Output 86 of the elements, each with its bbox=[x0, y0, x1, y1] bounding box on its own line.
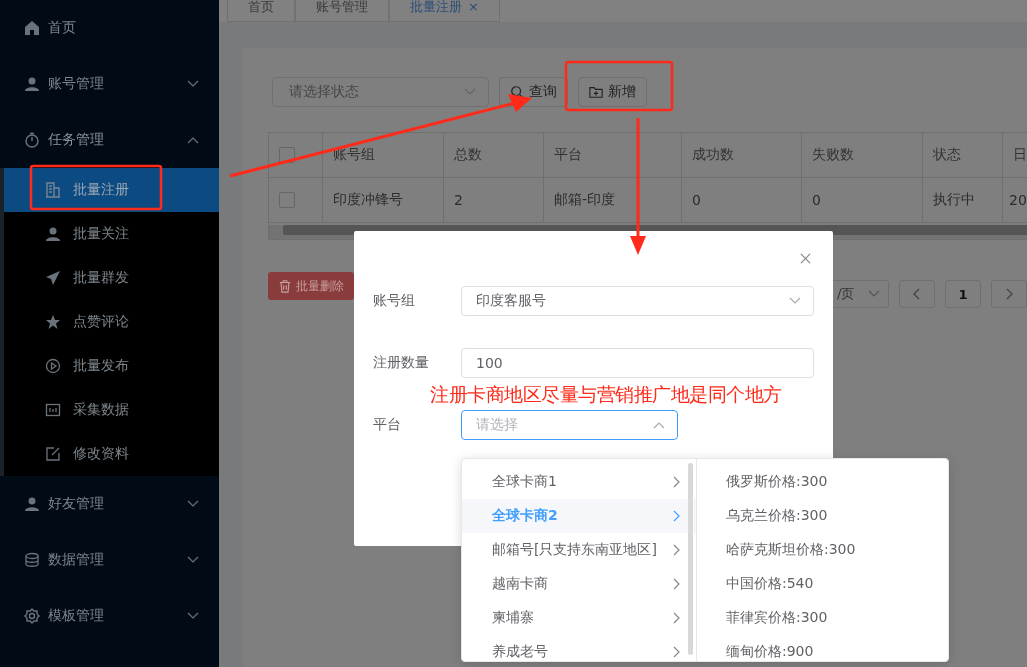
cascader-option[interactable]: 缅甸价格:900 bbox=[697, 635, 870, 661]
submenu-item[interactable]: 采集数据 bbox=[4, 388, 219, 432]
table-cell: 印度冲锋号 bbox=[323, 178, 444, 222]
table-cell: 2 bbox=[444, 178, 544, 222]
chevron-right-icon bbox=[672, 510, 680, 522]
chevron-left-icon bbox=[913, 288, 921, 300]
user-icon bbox=[24, 76, 40, 92]
field-label: 平台 bbox=[373, 416, 402, 434]
page-button[interactable]: 1 bbox=[945, 280, 981, 308]
scrollbar[interactable] bbox=[688, 463, 693, 655]
chevron-right-icon bbox=[672, 646, 680, 658]
select-field[interactable]: 印度客服号 bbox=[461, 286, 814, 316]
trash-icon bbox=[278, 279, 292, 293]
submenu-item[interactable]: 批量注册 bbox=[4, 168, 219, 212]
chevron-right-icon bbox=[1005, 288, 1013, 300]
column-header: 日 bbox=[1003, 133, 1027, 177]
database-icon bbox=[24, 552, 40, 568]
previous-page-button[interactable] bbox=[899, 280, 935, 308]
field-label: 注册数量 bbox=[373, 354, 430, 372]
chevron-down-icon bbox=[464, 88, 476, 96]
submenu-item[interactable]: 批量群发 bbox=[4, 256, 219, 300]
cascader-option[interactable]: 养成老号 bbox=[462, 635, 696, 661]
cascader-option[interactable]: 中国价格:540 bbox=[697, 567, 870, 601]
submenu-item[interactable]: 点赞评论 bbox=[4, 300, 219, 344]
submenu-item[interactable]: 修改资料 bbox=[4, 432, 219, 476]
cascader-option[interactable]: 乌克兰价格:300 bbox=[697, 499, 870, 533]
chevron-right-icon bbox=[672, 476, 680, 488]
table-cell: 邮箱-印度 bbox=[544, 178, 682, 222]
chevron-down-icon bbox=[868, 290, 880, 298]
chevron-up-icon bbox=[653, 421, 665, 429]
checkbox[interactable] bbox=[279, 192, 295, 208]
caret-icon bbox=[187, 612, 199, 620]
caret-icon bbox=[187, 500, 199, 508]
chart-icon bbox=[45, 402, 61, 418]
menu-item[interactable]: 模板管理 bbox=[0, 588, 219, 644]
cascader-option[interactable]: 邮箱号[只支持东南亚地区] bbox=[462, 533, 696, 567]
column-header: 平台 bbox=[544, 133, 682, 177]
menu-item[interactable]: 首页 bbox=[0, 0, 219, 56]
checkbox[interactable] bbox=[279, 147, 295, 163]
chevron-right-icon bbox=[672, 578, 680, 590]
cascader-option[interactable]: 哈萨克斯坦价格:300 bbox=[697, 533, 870, 567]
paper-plane-icon bbox=[45, 270, 61, 286]
settings-icon bbox=[24, 608, 40, 624]
add-button[interactable]: 新增 bbox=[578, 77, 647, 107]
edit-icon bbox=[45, 446, 61, 462]
submenu-item[interactable]: 批量发布 bbox=[4, 344, 219, 388]
building-icon bbox=[45, 182, 61, 198]
table-cell: 0 bbox=[802, 178, 923, 222]
column-header: 状态 bbox=[923, 133, 1003, 177]
cascader-option[interactable]: 菲律宾价格:300 bbox=[697, 601, 870, 635]
stopwatch-icon bbox=[24, 132, 40, 148]
next-page-button[interactable] bbox=[991, 280, 1027, 308]
menu-item[interactable]: 任务管理 bbox=[0, 112, 219, 168]
cascader-option[interactable]: 柬埔寨 bbox=[462, 601, 696, 635]
tab[interactable]: 账号管理 bbox=[295, 0, 389, 22]
cascader-option[interactable]: 越南卡商 bbox=[462, 567, 696, 601]
star-icon bbox=[45, 314, 61, 330]
annotation-text: 注册卡商地区尽量与营销推广地是同个地方 bbox=[430, 382, 783, 407]
table-cell: 20 bbox=[1003, 178, 1027, 222]
column-header: 成功数 bbox=[682, 133, 802, 177]
table-cell: 0 bbox=[682, 178, 802, 222]
batch-delete-button[interactable]: 批量删除 bbox=[268, 272, 354, 300]
cascader-option[interactable]: 俄罗斯价格:300 bbox=[697, 465, 870, 499]
field-label: 账号组 bbox=[373, 292, 416, 310]
cascader-option[interactable]: 全球卡商1 bbox=[462, 465, 696, 499]
menu-item[interactable]: 好友管理 bbox=[0, 476, 219, 532]
caret-icon bbox=[187, 136, 199, 144]
user-icon bbox=[45, 226, 61, 242]
menu-item[interactable]: 账号管理 bbox=[0, 56, 219, 112]
column-header: 总数 bbox=[444, 133, 544, 177]
table-cell: 执行中 bbox=[923, 178, 1003, 222]
input-field[interactable]: 100 bbox=[461, 348, 814, 378]
caret-icon bbox=[187, 80, 199, 88]
column-header: 失败数 bbox=[802, 133, 923, 177]
folder-plus-icon bbox=[589, 85, 603, 99]
submenu-item[interactable]: 批量关注 bbox=[4, 212, 219, 256]
menu-item[interactable]: 数据管理 bbox=[0, 532, 219, 588]
user-icon bbox=[24, 496, 40, 512]
chevron-right-icon bbox=[672, 544, 680, 556]
chevron-down-icon bbox=[789, 297, 801, 305]
caret-icon bbox=[187, 556, 199, 564]
close-icon[interactable] bbox=[800, 253, 811, 264]
play-icon bbox=[45, 358, 61, 374]
home-icon bbox=[24, 20, 40, 36]
chevron-right-icon bbox=[672, 612, 680, 624]
tab[interactable]: 首页 bbox=[227, 0, 295, 22]
